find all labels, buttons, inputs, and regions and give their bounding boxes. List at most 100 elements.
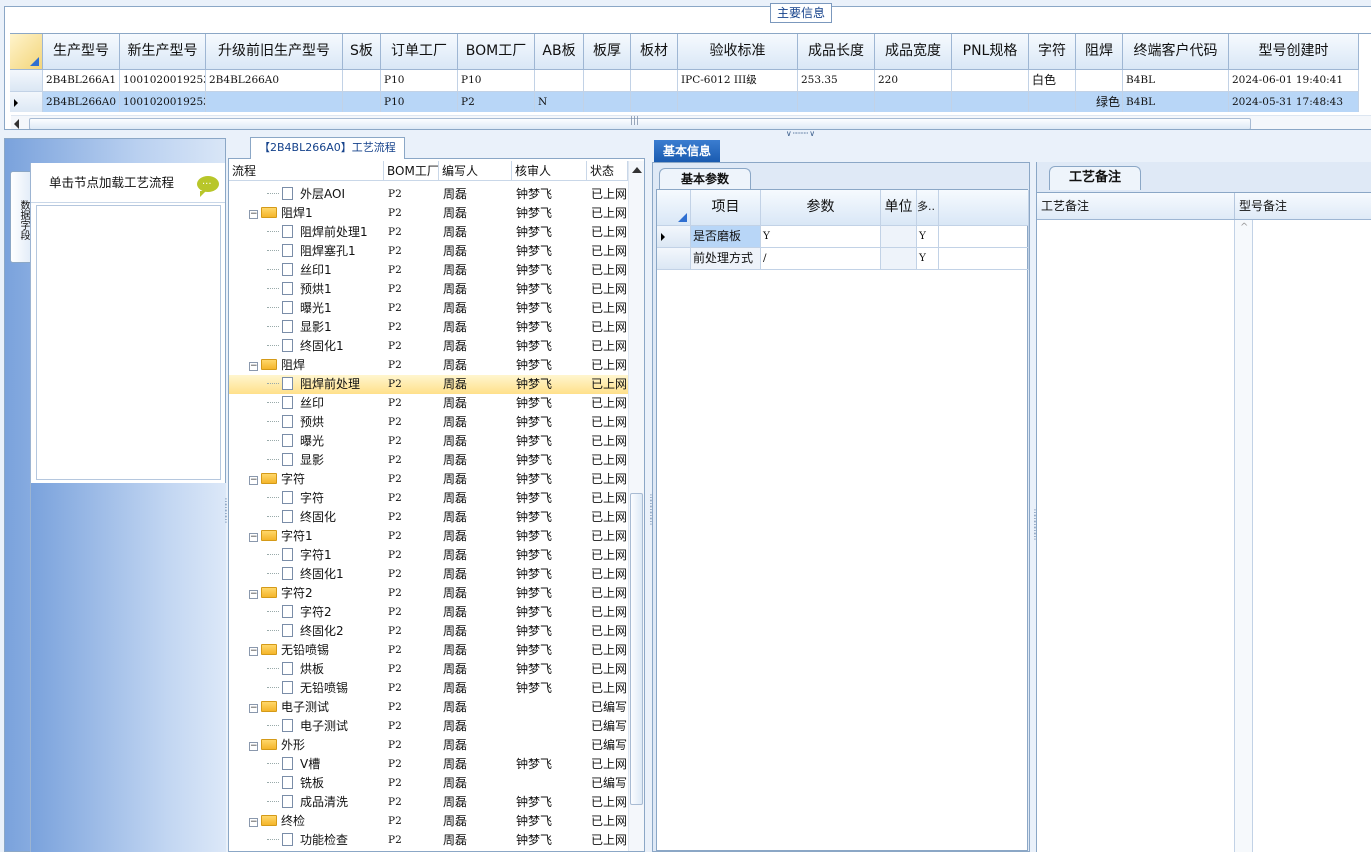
tree-column-header[interactable]: 流程 (229, 161, 384, 180)
tree-row[interactable]: 电子测试 P2 周磊 已编写 (229, 717, 628, 736)
tree-row[interactable]: 显影1 P2 周磊 钟梦飞 已上网 (229, 318, 628, 337)
table-cell[interactable]: 2024-05-31 17:48:43 (1229, 92, 1359, 112)
tree-node[interactable]: 成品清洗 (229, 793, 384, 812)
column-header[interactable]: 字符 (1029, 34, 1076, 70)
tree-row[interactable]: 阻焊前处理 P2 周磊 钟梦飞 已上网 (229, 375, 628, 394)
tree-node[interactable]: 曝光1 (229, 299, 384, 318)
table-cell[interactable] (631, 70, 678, 92)
table-cell[interactable] (631, 92, 678, 112)
horizontal-scrollbar[interactable] (11, 115, 1371, 129)
column-header[interactable]: 升级前旧生产型号 (206, 34, 343, 70)
column-header[interactable]: 阻焊 (1076, 34, 1123, 70)
table-cell[interactable]: 绿色 (1076, 92, 1123, 112)
tree-row[interactable]: 预烘 P2 周磊 钟梦飞 已上网 (229, 413, 628, 432)
param-cell[interactable] (881, 248, 917, 270)
select-all-corner-icon[interactable] (10, 34, 43, 70)
column-header[interactable]: 成品宽度 (875, 34, 952, 70)
tree-node[interactable]: 终固化 (229, 508, 384, 527)
table-cell[interactable]: IPC-6012 III级 (678, 70, 798, 92)
vertical-tab-data-fields[interactable]: 数据字段 (10, 171, 32, 263)
table-cell[interactable]: P10 (458, 70, 535, 92)
tree-row[interactable]: 字符 P2 周磊 钟梦飞 已上网 (229, 489, 628, 508)
collapse-icon[interactable]: − (249, 647, 258, 656)
column-header[interactable]: 生产型号 (43, 34, 120, 70)
param-cell[interactable]: Y (917, 248, 939, 270)
row-indicator[interactable] (657, 248, 691, 270)
tree-row[interactable]: 无铅喷锡 P2 周磊 钟梦飞 已上网 (229, 679, 628, 698)
tree-row[interactable]: 阻焊前处理1 P2 周磊 钟梦飞 已上网 (229, 223, 628, 242)
tree-row[interactable]: − 字符2 P2 周磊 钟梦飞 已上网 (229, 584, 628, 603)
panel-splitter[interactable]: ∨ ·········· ∨ (770, 130, 830, 139)
tree-row[interactable]: − 阻焊1 P2 周磊 钟梦飞 已上网 (229, 204, 628, 223)
column-header[interactable]: 新生产型号 (120, 34, 206, 70)
process-notes-text[interactable] (1037, 220, 1235, 852)
tree-row[interactable]: 铣板 P2 周磊 已编写 (229, 774, 628, 793)
tree-node[interactable]: − 阻焊1 (229, 204, 384, 223)
row-indicator[interactable] (657, 226, 691, 248)
tree-node[interactable]: − 字符2 (229, 584, 384, 603)
tree-node[interactable]: 字符2 (229, 603, 384, 622)
column-header[interactable]: 板厚 (584, 34, 631, 70)
model-notes-column[interactable]: 型号备注 (1235, 193, 1371, 219)
middle-splitter-grip[interactable]: ⋮ ⋮ ⋮ ⋮ ⋮ (647, 494, 655, 526)
vertical-scroll-thumb[interactable] (630, 493, 643, 805)
table-cell[interactable]: N (535, 92, 584, 112)
collapse-icon[interactable]: − (249, 742, 258, 751)
collapse-icon[interactable]: − (249, 362, 258, 371)
param-cell[interactable]: / (761, 248, 881, 270)
table-cell[interactable]: P10 (381, 70, 458, 92)
table-cell[interactable]: 2B4BL266A0 (206, 70, 343, 92)
tree-node[interactable]: 阻焊塞孔1 (229, 242, 384, 261)
column-header[interactable]: 成品长度 (798, 34, 875, 70)
table-cell[interactable] (875, 92, 952, 112)
tree-row[interactable]: 阻焊塞孔1 P2 周磊 钟梦飞 已上网 (229, 242, 628, 261)
tree-row[interactable]: − 电子测试 P2 周磊 已编写 (229, 698, 628, 717)
param-cell[interactable] (881, 226, 917, 248)
tree-column-header[interactable]: BOM工厂 (384, 161, 439, 180)
param-row[interactable]: 前处理方式 / Y (657, 248, 1029, 270)
table-cell[interactable] (535, 70, 584, 92)
table-cell[interactable]: 10010200192532 (120, 92, 206, 112)
tree-row[interactable]: − 字符 P2 周磊 钟梦飞 已上网 (229, 470, 628, 489)
tree-row[interactable]: 终固化1 P2 周磊 钟梦飞 已上网 (229, 565, 628, 584)
tree-node[interactable]: 丝印1 (229, 261, 384, 280)
tree-row[interactable]: V槽 P2 周磊 钟梦飞 已上网 (229, 755, 628, 774)
table-cell[interactable]: P10 (381, 92, 458, 112)
select-all-corner-icon[interactable] (657, 190, 691, 226)
column-header[interactable]: 验收标准 (678, 34, 798, 70)
tree-row[interactable]: 丝印 P2 周磊 钟梦飞 已上网 (229, 394, 628, 413)
right-splitter-grip[interactable]: ⋮ ⋮ ⋮ ⋮ ⋮ (1031, 509, 1039, 541)
collapse-icon[interactable]: − (249, 590, 258, 599)
tree-node[interactable]: 字符1 (229, 546, 384, 565)
tree-node[interactable]: − 电子测试 (229, 698, 384, 717)
table-cell[interactable] (206, 92, 343, 112)
tree-node[interactable]: 曝光 (229, 432, 384, 451)
horizontal-scroll-thumb[interactable] (29, 116, 1251, 129)
table-cell[interactable] (952, 92, 1029, 112)
column-header[interactable]: AB板 (535, 34, 584, 70)
tree-row[interactable]: − 字符1 P2 周磊 钟梦飞 已上网 (229, 527, 628, 546)
tree-node[interactable]: 终固化2 (229, 622, 384, 641)
tree-node[interactable]: 电子测试 (229, 717, 384, 736)
basic-params-tab[interactable]: 基本参数 (659, 168, 751, 190)
tree-row[interactable]: 烘板 P2 周磊 钟梦飞 已上网 (229, 660, 628, 679)
process-notes-column[interactable]: 工艺备注 (1037, 193, 1235, 219)
tree-node[interactable]: 终固化1 (229, 565, 384, 584)
column-header[interactable]: PNL规格 (952, 34, 1029, 70)
param-column-header[interactable]: 多.. (917, 190, 939, 226)
tree-node[interactable]: 预烘1 (229, 280, 384, 299)
tree-node[interactable]: − 无铅喷锡 (229, 641, 384, 660)
tree-column-header[interactable]: 状态 (587, 161, 628, 180)
process-notes-tab[interactable]: 工艺备注 (1049, 166, 1141, 190)
table-cell[interactable] (952, 70, 1029, 92)
tree-row[interactable]: 曝光1 P2 周磊 钟梦飞 已上网 (229, 299, 628, 318)
tree-row[interactable]: 曝光 P2 周磊 钟梦飞 已上网 (229, 432, 628, 451)
tree-node[interactable]: V槽 (229, 755, 384, 774)
collapse-icon[interactable]: − (249, 818, 258, 827)
table-cell[interactable] (343, 70, 381, 92)
left-splitter-grip[interactable]: ⋮ ⋮ ⋮ ⋮ (222, 498, 230, 524)
column-header[interactable]: S板 (343, 34, 381, 70)
param-cell[interactable]: Y (917, 226, 939, 248)
table-cell[interactable] (678, 92, 798, 112)
param-cell[interactable]: 是否磨板 (691, 226, 761, 248)
